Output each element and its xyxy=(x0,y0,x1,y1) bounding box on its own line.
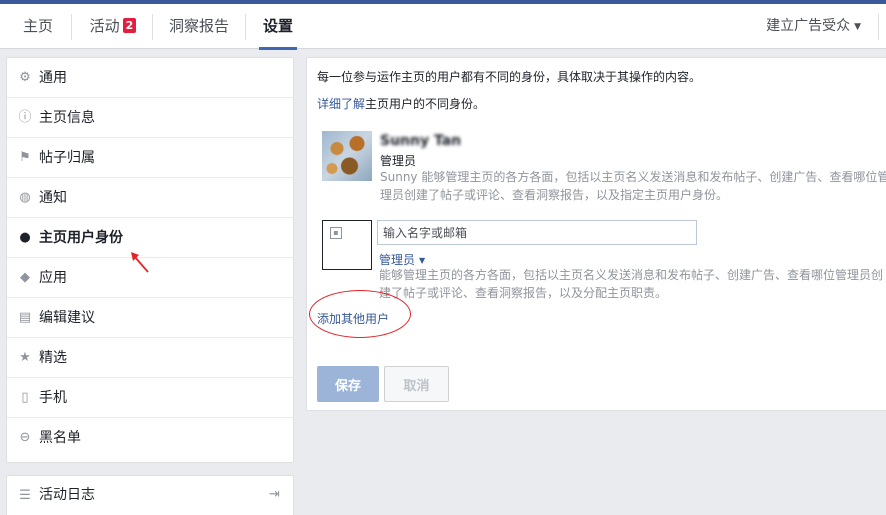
sidebar-item-post-attribution[interactable]: ⚑ 帖子归属 xyxy=(7,138,293,178)
sidebar-item-label: 通知 xyxy=(39,190,67,206)
sidebar-item-general[interactable]: ⚙ 通用 xyxy=(7,58,293,98)
user-role: 管理员 xyxy=(380,154,417,168)
tab-settings-label: 设置 xyxy=(262,17,293,35)
sidebar-item-label: 主页用户身份 xyxy=(39,230,123,246)
name-or-email-input[interactable] xyxy=(377,220,697,245)
new-user-avatar-placeholder: ▪ xyxy=(322,220,372,270)
learn-more-line: 详细了解主页用户的不同身份。 xyxy=(317,95,485,112)
sidebar-item-label: 主页信息 xyxy=(39,110,95,126)
sidebar-item-label: 应用 xyxy=(39,270,67,286)
sidebar-item-suggest-edits[interactable]: ▤ 编辑建议 xyxy=(7,298,293,338)
notification-badge: 2 xyxy=(122,18,137,33)
sidebar-item-activity-log[interactable]: ☰ 活动日志 ⇥ xyxy=(7,476,293,514)
image-placeholder-icon: ▪ xyxy=(330,227,342,239)
sidebar-item-page-info[interactable]: ⓘ 主页信息 xyxy=(7,98,293,138)
red-arrow-annotation xyxy=(131,252,149,273)
sidebar-item-label: 编辑建议 xyxy=(39,310,95,326)
tab-home-label: 主页 xyxy=(22,17,53,35)
sidebar-item-label: 精选 xyxy=(39,350,67,366)
save-button[interactable]: 保存 xyxy=(317,366,379,402)
tab-insights-label: 洞察报告 xyxy=(168,17,229,35)
intro-text: 每一位参与运作主页的用户都有不同的身份，具体取决于其操作的内容。 xyxy=(317,70,702,84)
nav-divider xyxy=(878,14,879,40)
tab-activity[interactable]: 活动 2 xyxy=(78,4,148,49)
block-icon: ⊖ xyxy=(19,430,31,445)
user-role-description: Sunny 能够管理主页的各方各面，包括以主页名义发送消息和发布帖子、创建广告、… xyxy=(380,170,886,202)
star-icon: ★ xyxy=(19,350,31,365)
flag-icon: ⚑ xyxy=(19,150,31,165)
add-another-user-link[interactable]: 添加其他用户 xyxy=(317,310,389,327)
caret-down-icon: ▼ xyxy=(854,22,861,32)
nav-divider xyxy=(245,14,246,40)
sidebar-item-notifications[interactable]: ◍ 通知 xyxy=(7,178,293,218)
list-icon: ☰ xyxy=(19,488,31,503)
caret-down-icon: ▼ xyxy=(419,256,426,265)
create-audience-dropdown[interactable]: 建立广告受众 ▼ xyxy=(766,4,861,49)
edit-icon: ▤ xyxy=(18,310,32,325)
sidebar-item-label: 黑名单 xyxy=(39,430,81,446)
sidebar-item-label: 活动日志 xyxy=(39,487,95,503)
info-icon: ⓘ xyxy=(18,110,32,125)
globe-icon: ◍ xyxy=(19,190,31,205)
cancel-button[interactable]: 取消 xyxy=(384,366,449,402)
learn-more-rest: 主页用户的不同身份。 xyxy=(365,97,486,111)
cube-icon: ◆ xyxy=(20,270,30,285)
sidebar-item-label: 手机 xyxy=(39,390,67,406)
nav-divider xyxy=(71,14,72,40)
tab-home[interactable]: 主页 xyxy=(8,4,68,49)
phone-icon: ▯ xyxy=(21,390,29,405)
tab-insights[interactable]: 洞察报告 xyxy=(158,4,240,49)
gear-icon: ⚙ xyxy=(19,70,31,85)
person-icon: ● xyxy=(19,230,31,245)
sidebar-item-label: 帖子归属 xyxy=(39,150,95,166)
activity-log-panel: ☰ 活动日志 ⇥ xyxy=(6,475,294,515)
page-nav-bar: 主页 活动 2 洞察报告 设置 建立广告受众 ▼ xyxy=(0,4,886,50)
tab-activity-label: 活动 xyxy=(89,17,120,35)
create-audience-label: 建立广告受众 xyxy=(766,18,851,34)
sidebar-item-banned[interactable]: ⊖ 黑名单 xyxy=(7,418,293,458)
new-role-description: 能够管理主页的各方各面，包括以主页名义发送消息和发布帖子、创建广告、查看哪位管理… xyxy=(379,268,884,300)
sidebar-item-label: 通用 xyxy=(39,70,67,86)
role-dropdown-label: 管理员 xyxy=(379,253,416,267)
nav-divider xyxy=(152,14,153,40)
sidebar-item-mobile[interactable]: ▯ 手机 xyxy=(7,378,293,418)
learn-more-link[interactable]: 详细了解 xyxy=(317,97,365,111)
exit-icon[interactable]: ⇥ xyxy=(269,488,283,502)
user-avatar[interactable] xyxy=(322,131,372,181)
sidebar-item-featured[interactable]: ★ 精选 xyxy=(7,338,293,378)
user-name[interactable]: Sunny Tan xyxy=(380,133,461,149)
tab-settings[interactable]: 设置 xyxy=(259,4,297,50)
page-roles-panel: 每一位参与运作主页的用户都有不同的身份，具体取决于其操作的内容。 详细了解主页用… xyxy=(306,57,886,411)
